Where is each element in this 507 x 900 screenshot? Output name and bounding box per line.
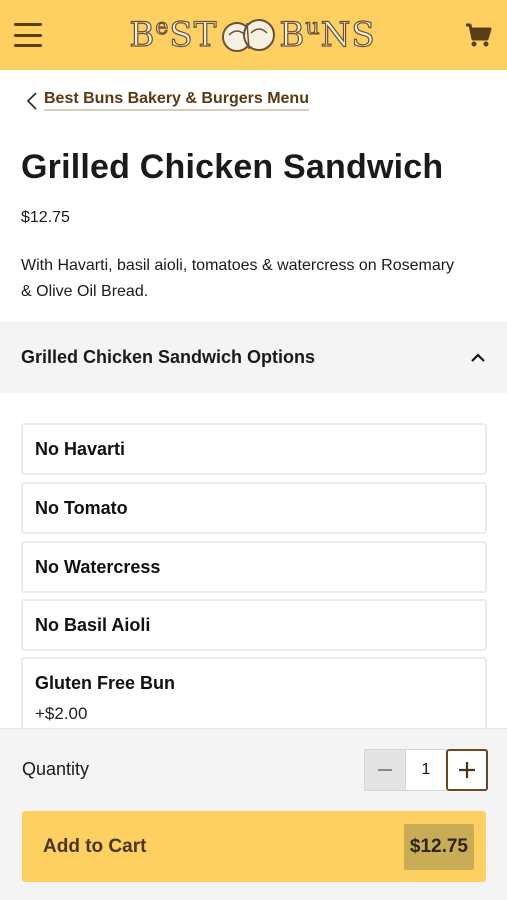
quantity-label: Quantity xyxy=(22,759,90,779)
hamburger-menu-icon[interactable] xyxy=(14,23,42,47)
quantity-input[interactable]: 1 xyxy=(406,749,446,791)
cart-panel: Quantity 1 Add to Cart $12.75 xyxy=(0,728,507,900)
add-to-cart-label: Add to Cart xyxy=(43,835,147,857)
option-label: No Watercress xyxy=(35,557,161,577)
chevron-up-icon xyxy=(471,352,485,362)
add-to-cart-button[interactable]: Add to Cart $12.75 xyxy=(22,811,486,882)
item-title: Grilled Chicken Sandwich xyxy=(21,148,444,186)
top-header: Be ST Bu NS xyxy=(0,0,507,70)
chevron-left-icon xyxy=(26,91,37,110)
option-no-tomato[interactable]: No Tomato xyxy=(21,482,487,534)
option-no-watercress[interactable]: No Watercress xyxy=(21,541,487,593)
breadcrumb-link[interactable]: Best Buns Bakery & Burgers Menu xyxy=(44,90,309,111)
increase-quantity-button[interactable] xyxy=(446,749,488,791)
minus-icon xyxy=(378,769,392,771)
plus-icon xyxy=(459,762,475,778)
decrease-quantity-button[interactable] xyxy=(364,749,406,791)
option-label: No Havarti xyxy=(35,439,126,459)
option-label: No Basil Aioli xyxy=(35,615,151,635)
breadcrumb[interactable]: Best Buns Bakery & Burgers Menu xyxy=(26,90,309,111)
option-no-basil-aioli[interactable]: No Basil Aioli xyxy=(21,599,487,651)
best-buns-logo[interactable]: Be ST Bu NS xyxy=(129,14,375,56)
bun-logo-icon xyxy=(222,19,276,52)
quantity-stepper: 1 xyxy=(364,749,488,791)
option-label: No Tomato xyxy=(35,498,128,518)
option-no-havarti[interactable]: No Havarti xyxy=(21,423,487,475)
item-price: $12.75 xyxy=(21,209,70,226)
options-title: Grilled Chicken Sandwich Options xyxy=(21,347,316,367)
option-label: Gluten Free Bun xyxy=(35,673,176,693)
item-description: With Havarti, basil aioli, tomatoes & wa… xyxy=(21,257,455,300)
cart-total: $12.75 xyxy=(403,823,474,870)
options-accordion-header[interactable]: Grilled Chicken Sandwich Options xyxy=(0,322,507,393)
shopping-cart-icon[interactable] xyxy=(463,20,493,50)
